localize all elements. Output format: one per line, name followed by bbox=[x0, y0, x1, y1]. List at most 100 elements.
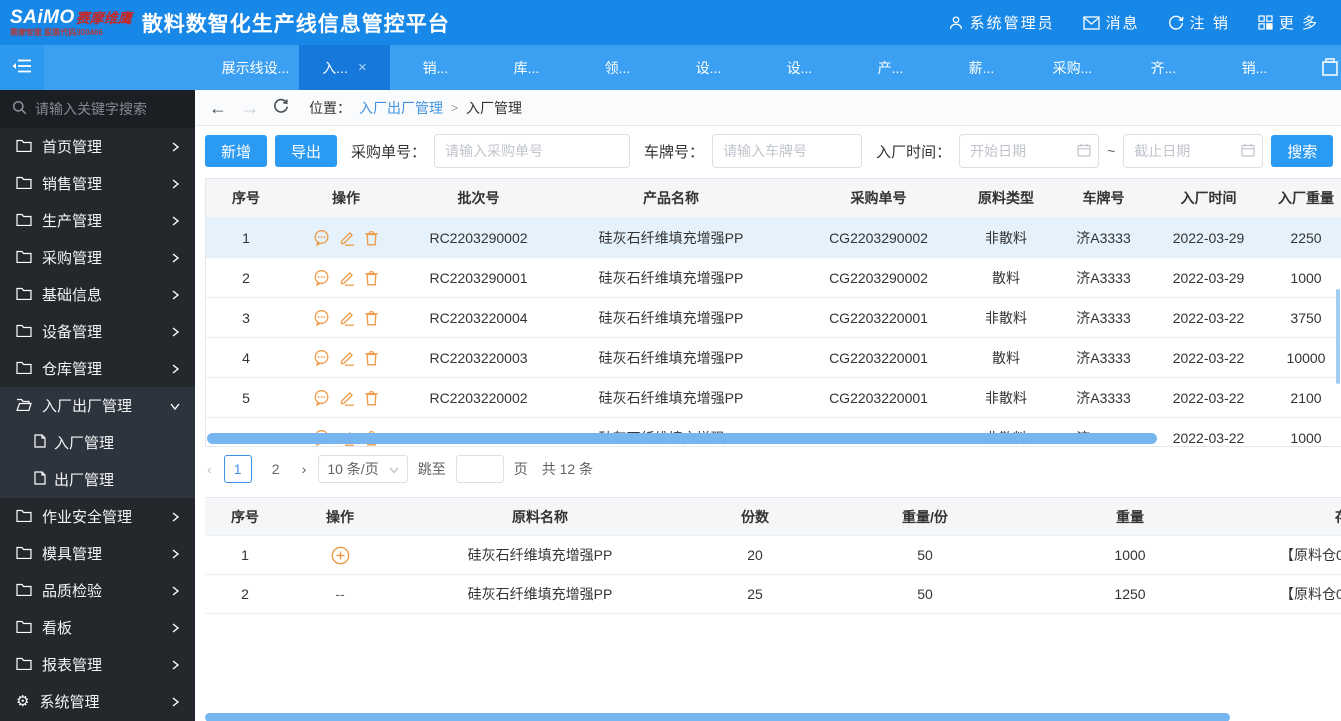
page-size-select[interactable]: 10 条/页 bbox=[318, 455, 407, 483]
comment-icon[interactable] bbox=[313, 309, 330, 326]
sidebar-item-equipment[interactable]: 设备管理 bbox=[0, 313, 195, 350]
delete-icon[interactable] bbox=[364, 230, 379, 246]
horizontal-scrollbar[interactable] bbox=[207, 433, 1157, 444]
clipboard-icon[interactable] bbox=[1322, 58, 1341, 79]
tab-pick[interactable]: 领... bbox=[572, 45, 663, 90]
tab-sales[interactable]: 销... bbox=[390, 45, 481, 90]
back-button[interactable]: ← bbox=[209, 99, 227, 117]
sidebar-item-work-safety[interactable]: 作业安全管理 bbox=[0, 498, 195, 535]
tab-device-1[interactable]: 设... bbox=[663, 45, 754, 90]
edit-icon[interactable] bbox=[339, 270, 355, 286]
detail-row[interactable]: 2 -- 硅灰石纤维填充增强PP 25 50 1250 【原料仓0 bbox=[205, 575, 1341, 614]
user-menu[interactable]: 系统管理员 bbox=[948, 12, 1055, 33]
tab-product[interactable]: 产... bbox=[845, 45, 936, 90]
folder-icon bbox=[16, 545, 32, 563]
sidebar-nav: 首页管理 销售管理 生产管理 采购管理 基础信息 设备管理 仓库管理 入厂出厂管… bbox=[0, 128, 195, 720]
delete-icon[interactable] bbox=[364, 270, 379, 286]
sidebar-item-warehouse[interactable]: 仓库管理 bbox=[0, 350, 195, 387]
breadcrumb-parent-link[interactable]: 入厂出厂管理 bbox=[359, 98, 443, 118]
breadcrumb-bar: ← → 位置： 入厂出厂管理 > 入厂管理 bbox=[195, 90, 1341, 126]
add-button[interactable]: 新增 bbox=[205, 135, 267, 167]
sidebar-item-kanban[interactable]: 看板 bbox=[0, 609, 195, 646]
tab-salary[interactable]: 薪... bbox=[936, 45, 1027, 90]
detail-row[interactable]: 1 硅灰石纤维填充增强PP 20 50 1000 【原料仓0 bbox=[205, 536, 1341, 575]
messages-label: 消息 bbox=[1106, 12, 1140, 33]
comment-icon[interactable] bbox=[313, 269, 330, 286]
sidebar-item-quality[interactable]: 品质检验 bbox=[0, 572, 195, 609]
refresh-button[interactable] bbox=[273, 98, 289, 117]
sidebar-search[interactable] bbox=[0, 90, 195, 128]
page-horizontal-scrollbar[interactable] bbox=[205, 713, 1230, 721]
end-date-input[interactable] bbox=[1123, 134, 1263, 168]
comment-icon[interactable] bbox=[313, 389, 330, 406]
comment-icon[interactable] bbox=[313, 349, 330, 366]
sidebar-item-entry-exit[interactable]: 入厂出厂管理 bbox=[0, 387, 195, 424]
forward-button[interactable]: → bbox=[241, 99, 259, 117]
logo-subtitle: 赛摩智能 股票代码300466 bbox=[10, 29, 132, 37]
main-content: ← → 位置： 入厂出厂管理 > 入厂管理 新增 导出 采购单号： 车牌号： 入… bbox=[195, 90, 1341, 721]
sidebar-item-home[interactable]: 首页管理 bbox=[0, 128, 195, 165]
col-po: 采购单号 bbox=[791, 188, 966, 208]
table-row[interactable]: 2 RC2203290001 硅灰石纤维填充增强PP CG2203290002 … bbox=[206, 258, 1341, 298]
sidebar-item-purchase[interactable]: 采购管理 bbox=[0, 239, 195, 276]
sidebar-item-production[interactable]: 生产管理 bbox=[0, 202, 195, 239]
entry-table-panel: 序号 操作 批次号 产品名称 采购单号 原料类型 车牌号 入厂时间 入厂重量 1 bbox=[205, 178, 1341, 447]
toolbar: 新增 导出 采购单号： 车牌号： 入厂时间： ~ 搜索 重置 bbox=[195, 127, 1341, 175]
table-row[interactable]: 5 RC2203220002 硅灰石纤维填充增强PP CG2203220001 … bbox=[206, 378, 1341, 418]
po-input[interactable] bbox=[434, 134, 630, 168]
collapse-sidebar-button[interactable] bbox=[0, 45, 44, 90]
export-button[interactable]: 导出 bbox=[275, 135, 337, 167]
next-page-button[interactable]: › bbox=[300, 461, 309, 477]
edit-icon[interactable] bbox=[339, 230, 355, 246]
user-name: 系统管理员 bbox=[970, 12, 1055, 33]
col-operation: 操作 bbox=[286, 188, 406, 208]
messages-button[interactable]: 消息 bbox=[1083, 12, 1140, 33]
comment-icon[interactable] bbox=[313, 229, 330, 246]
vertical-scrollbar[interactable] bbox=[1336, 289, 1340, 384]
delete-icon[interactable] bbox=[364, 390, 379, 406]
page-1-button[interactable]: 1 bbox=[224, 455, 252, 483]
prev-page-button[interactable]: ‹ bbox=[205, 461, 214, 477]
tab-device-2[interactable]: 设... bbox=[754, 45, 845, 90]
table-row[interactable]: 4 RC2203220003 硅灰石纤维填充增强PP CG2203220001 … bbox=[206, 338, 1341, 378]
sidebar-item-mold[interactable]: 模具管理 bbox=[0, 535, 195, 572]
col-location: 存 bbox=[1235, 507, 1341, 527]
close-tab-icon[interactable]: × bbox=[358, 59, 367, 76]
col-no: 序号 bbox=[205, 507, 285, 527]
tab-purchase[interactable]: 采购... bbox=[1027, 45, 1118, 90]
delete-icon[interactable] bbox=[364, 350, 379, 366]
sidebar-item-system[interactable]: ⚙系统管理 bbox=[0, 683, 195, 720]
start-date-input[interactable] bbox=[959, 134, 1099, 168]
sidebar-group-entry-exit: 入厂出厂管理 入厂管理 出厂管理 bbox=[0, 387, 195, 498]
logout-label: 注 销 bbox=[1190, 12, 1230, 33]
sidebar-item-reports[interactable]: 报表管理 bbox=[0, 646, 195, 683]
page-2-button[interactable]: 2 bbox=[262, 455, 290, 483]
tab-display-line[interactable]: 展示线设... bbox=[212, 45, 299, 90]
jump-page-input[interactable] bbox=[456, 455, 504, 483]
top-header: SAiMO 赛摩维鹰 赛摩智能 股票代码300466 散料数智化生产线信息管控平… bbox=[0, 0, 1341, 45]
logout-button[interactable]: 注 销 bbox=[1168, 12, 1230, 33]
edit-icon[interactable] bbox=[339, 350, 355, 366]
plate-input[interactable] bbox=[712, 134, 862, 168]
more-button[interactable]: 更 多 bbox=[1258, 12, 1319, 33]
document-icon bbox=[34, 471, 46, 489]
add-circle-icon[interactable] bbox=[331, 546, 350, 565]
tab-sales-2[interactable]: 销... bbox=[1209, 45, 1300, 90]
tab-entry-active[interactable]: 入... × bbox=[299, 45, 390, 90]
edit-icon[interactable] bbox=[339, 310, 355, 326]
tab-warehouse[interactable]: 库... bbox=[481, 45, 572, 90]
sidebar-item-basic-info[interactable]: 基础信息 bbox=[0, 276, 195, 313]
col-entry-time: 入厂时间 bbox=[1161, 188, 1256, 208]
search-button[interactable]: 搜索 bbox=[1271, 135, 1333, 167]
sidebar-item-sales[interactable]: 销售管理 bbox=[0, 165, 195, 202]
table-row[interactable]: 3 RC2203220004 硅灰石纤维填充增强PP CG2203220001 … bbox=[206, 298, 1341, 338]
delete-icon[interactable] bbox=[364, 310, 379, 326]
edit-icon[interactable] bbox=[339, 390, 355, 406]
app-root: SAiMO 赛摩维鹰 赛摩智能 股票代码300466 散料数智化生产线信息管控平… bbox=[0, 0, 1341, 721]
search-input[interactable] bbox=[35, 101, 195, 117]
table-row[interactable]: 1 RC2203290002 硅灰石纤维填充增强PP CG2203290002 … bbox=[206, 218, 1341, 258]
sidebar-item-exit-mgmt[interactable]: 出厂管理 bbox=[0, 461, 195, 498]
sidebar-item-entry-mgmt[interactable]: 入厂管理 bbox=[0, 424, 195, 461]
chevron-down-icon bbox=[389, 461, 399, 477]
tab-qi[interactable]: 齐... bbox=[1118, 45, 1209, 90]
